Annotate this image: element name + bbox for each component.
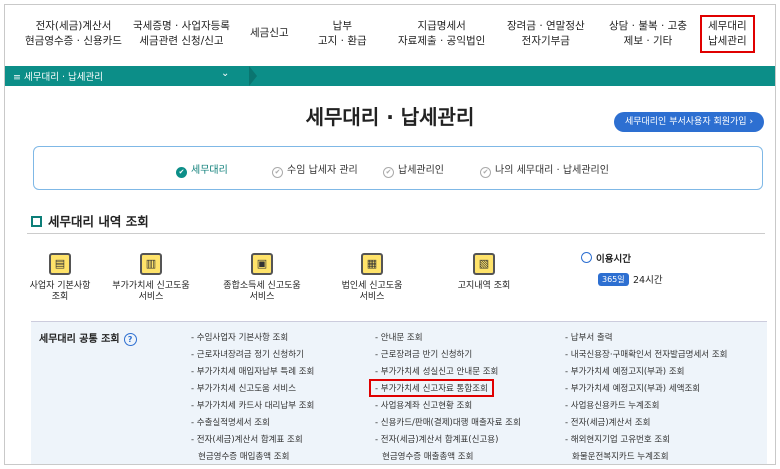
receipt-icon: ▥ <box>140 253 162 275</box>
link-earned-credit-regular[interactable]: - 근로자녀장려금 정기 신청하기 <box>191 348 304 360</box>
link-vat-card-proxy[interactable]: - 부가가치세 카드사 대리납부 조회 <box>191 399 314 411</box>
page-frame: 전자(세금)계산서 현금영수증 · 신용카드 국세증명 · 사업자등록 세금관련 신… <box>4 4 776 465</box>
check-icon: ✔ <box>272 167 283 178</box>
step-tabs: ✔ 세무대리 ✔ 수임 납세자 관리 ✔ 납세관리인 ✔ 나의 세무대리 · 납세관리인 <box>33 146 763 190</box>
service-notice-history[interactable]: ▧ 고지내역 조회 <box>439 253 529 292</box>
section-title: 세무대리 내역 조회 <box>31 211 149 230</box>
menu-incentives[interactable]: 장려금 · 연말정산 전자기부금 <box>507 19 585 49</box>
agent-signup-button[interactable]: 세무대리인 부서사용자 회원가입 › <box>614 112 764 132</box>
link-notices[interactable]: - 안내문 조회 <box>375 331 423 343</box>
service-vat-help[interactable]: ▥ 부가가치세 신고도움 서비스 <box>106 253 196 303</box>
link-vat-integrated-lookup[interactable]: - 부가가치세 신고자료 통합조회 <box>369 379 494 397</box>
link-business-card[interactable]: - 사업용신용카드 누계조회 <box>565 399 660 411</box>
link-e-invoice[interactable]: - 전자(세금)계산서 조회 <box>565 416 650 428</box>
link-cash-receipt-purchase[interactable]: 현금영수증 매입총액 조회 <box>198 450 289 462</box>
check-icon: ✔ <box>383 167 394 178</box>
link-overseas-entity[interactable]: - 해외현지기업 고유번호 조회 <box>565 433 670 445</box>
check-icon: ✔ <box>176 167 187 178</box>
tab-client-management[interactable]: ✔ 수임 납세자 관리 <box>272 161 358 178</box>
check-icon: ✔ <box>480 167 491 178</box>
link-invoice-summary[interactable]: - 전자(세금)계산서 합계표 조회 <box>191 433 303 445</box>
link-client-info[interactable]: - 수임사업자 기본사항 조회 <box>191 331 288 343</box>
link-invoice-summary-filing[interactable]: - 전자(세금)계산서 합계표(신고용) <box>375 433 498 445</box>
common-lookup-title: 세무대리 공통 조회? <box>39 330 137 346</box>
top-menu: 전자(세금)계산서 현금영수증 · 신용카드 국세증명 · 사업자등록 세금관련 신… <box>5 5 775 62</box>
menu-certificates[interactable]: 국세증명 · 사업자등록 세금관련 신청/신고 <box>133 19 230 49</box>
check-document-icon: ▦ <box>361 253 383 275</box>
link-vat-buyer-payment[interactable]: - 부가가치세 매입자납부 특례 조회 <box>191 365 314 377</box>
service-business-info[interactable]: ▤ 사업자 기본사항 조회 <box>15 253 105 303</box>
link-export-statement[interactable]: - 수출실적명세서 조회 <box>191 416 270 428</box>
clock-icon <box>581 252 592 263</box>
link-earned-credit-half[interactable]: - 근로장려금 반기 신청하기 <box>375 348 472 360</box>
link-vat-sincere-notice[interactable]: - 부가가치세 성실신고 안내문 조회 <box>375 365 498 377</box>
chevron-down-icon[interactable]: ⌄ <box>221 68 229 79</box>
menu-tax-filing[interactable]: 세금신고 <box>250 26 289 41</box>
link-payment-slip[interactable]: - 납부서 출력 <box>565 331 613 343</box>
menu-tax-agency[interactable]: 세무대리 납세관리 <box>700 15 755 53</box>
square-bullet-icon <box>31 216 42 227</box>
document-person-icon: ▤ <box>49 253 71 275</box>
wallet-icon: ▧ <box>473 253 495 275</box>
service-corporate-tax-help[interactable]: ▦ 법인세 신고도움 서비스 <box>327 253 417 303</box>
tab-tax-administrator[interactable]: ✔ 납세관리인 <box>383 161 444 178</box>
menu-consultation[interactable]: 상담 · 불복 · 고충 제보 · 기타 <box>609 19 687 49</box>
link-freight-card[interactable]: 화물운전복지카드 누계조회 <box>572 450 669 462</box>
link-vat-preliminary-amount[interactable]: - 부가가치세 예정고지(부과) 세액조회 <box>565 382 700 394</box>
tab-my-agency[interactable]: ✔ 나의 세무대리 · 납세관리인 <box>480 161 609 178</box>
common-lookup-panel: 세무대리 공통 조회? - 수임사업자 기본사항 조회 - 근로자녀장려금 정기… <box>31 321 767 464</box>
breadcrumb[interactable]: ≡ 세무대리 · 납세관리 <box>13 69 103 83</box>
breadcrumb-separator <box>249 66 257 86</box>
help-icon[interactable]: ? <box>123 333 137 346</box>
link-vat-preliminary[interactable]: - 부가가치세 예정고지(부과) 조회 <box>565 365 684 377</box>
usage-hours: 24시간 <box>633 275 663 286</box>
menu-payment[interactable]: 납부 고지 · 환급 <box>318 19 367 49</box>
link-local-lc[interactable]: - 내국신용장·구매확인서 전자발급명세서 조회 <box>565 348 727 360</box>
menu-payment-statement[interactable]: 지급명세서 자료제출 · 공익법인 <box>398 19 485 49</box>
link-card-sales[interactable]: - 신용카드/판매(결제)대행 매출자료 조회 <box>375 416 521 428</box>
tab-tax-agency[interactable]: ✔ 세무대리 <box>176 161 228 178</box>
breadcrumb-bar: ≡ 세무대리 · 납세관리 ⌄ <box>5 66 775 86</box>
link-business-account[interactable]: - 사업용계좌 신고현황 조회 <box>375 399 472 411</box>
usage-time-label: 이용시간 <box>581 251 631 265</box>
menu-e-invoice[interactable]: 전자(세금)계산서 현금영수증 · 신용카드 <box>25 19 122 49</box>
service-income-tax-help[interactable]: ▣ 종합소득세 신고도움 서비스 <box>217 253 307 303</box>
link-vat-help-service[interactable]: - 부가가치세 신고도움 서비스 <box>191 382 296 394</box>
tax-paper-icon: ▣ <box>251 253 273 275</box>
divider <box>27 233 765 234</box>
link-cash-receipt-sales[interactable]: 현금영수증 매출총액 조회 <box>382 450 473 462</box>
usage-badge: 365일 <box>598 273 629 286</box>
